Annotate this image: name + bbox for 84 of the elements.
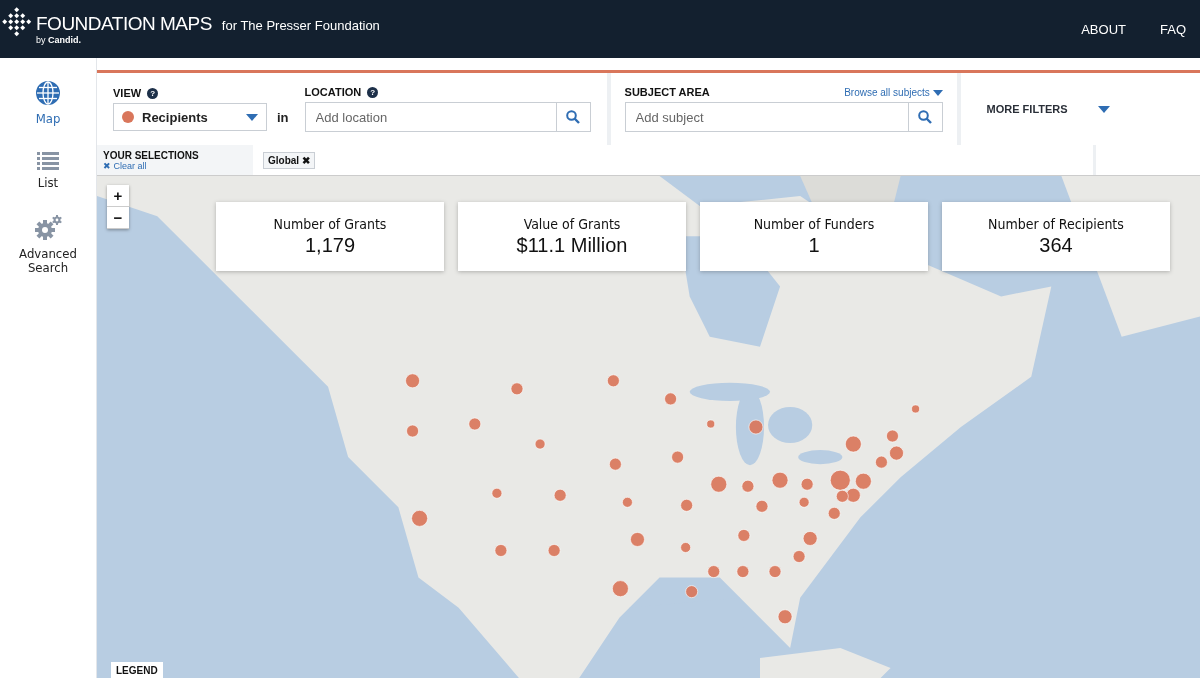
map-marker[interactable] — [468, 417, 482, 431]
map-marker[interactable] — [855, 472, 872, 490]
stat-label: Number of Funders — [753, 216, 875, 232]
map-marker[interactable] — [664, 392, 677, 406]
logo-title[interactable]: FOUNDATION MAPS — [36, 13, 212, 35]
map-marker[interactable] — [491, 487, 503, 499]
map-marker[interactable] — [845, 435, 862, 453]
map-marker[interactable] — [494, 544, 508, 557]
map-marker[interactable] — [510, 382, 524, 396]
map-marker[interactable] — [800, 477, 814, 491]
search-icon — [566, 110, 581, 124]
globe-icon — [35, 80, 61, 106]
help-icon[interactable]: ? — [147, 87, 159, 99]
map-marker[interactable] — [829, 469, 851, 491]
gears-icon — [34, 215, 62, 242]
map-marker[interactable] — [622, 496, 633, 508]
joiner-text: in — [277, 109, 289, 125]
map-marker[interactable] — [889, 445, 904, 461]
map-marker[interactable] — [777, 609, 793, 625]
map-marker[interactable] — [886, 429, 899, 443]
map-marker[interactable] — [802, 531, 818, 546]
stat-value: 1 — [808, 234, 820, 257]
map-marker[interactable] — [706, 419, 716, 429]
map-marker[interactable] — [630, 532, 645, 547]
help-icon[interactable]: ? — [367, 86, 379, 98]
zoom-in-button[interactable]: + — [107, 185, 129, 207]
stat-value: 364 — [1039, 234, 1073, 257]
map-marker[interactable] — [607, 374, 620, 388]
map-marker[interactable] — [835, 489, 849, 503]
sidebar-item[interactable]: Advanced Search — [8, 215, 88, 275]
more-filters-button[interactable]: MORE FILTERS — [974, 73, 1110, 145]
view-dropdown[interactable]: Recipients — [113, 103, 267, 131]
stat-label: Value of Grants — [523, 216, 621, 232]
map-marker[interactable] — [771, 471, 789, 489]
map-marker[interactable] — [685, 585, 698, 598]
map-marker[interactable] — [553, 488, 567, 502]
location-label: LOCATION — [304, 86, 362, 98]
browse-link[interactable]: Browse all subjects — [844, 86, 943, 98]
subject-field[interactable]: Add subject — [624, 102, 943, 132]
view-label: VIEW — [113, 87, 142, 99]
map-marker[interactable] — [911, 404, 920, 414]
sidebar-item[interactable]: List — [8, 151, 88, 190]
legend-button[interactable]: LEGEND — [111, 662, 163, 678]
location-field[interactable]: Add location — [304, 102, 591, 132]
clear-all-link[interactable]: ✖ Clear all — [103, 160, 253, 171]
nav-link[interactable]: ABOUT — [1081, 21, 1126, 37]
map-marker[interactable] — [792, 550, 806, 563]
stat-label: Number of Grants — [273, 216, 387, 232]
map-marker[interactable] — [547, 544, 561, 557]
sidebar-item[interactable]: Map — [8, 80, 88, 126]
map-marker[interactable] — [741, 479, 755, 493]
map-marker[interactable] — [609, 457, 622, 471]
site-subtitle: for The Presser Foundation — [221, 18, 380, 33]
map-marker[interactable] — [798, 496, 810, 508]
stat-value: $11.1 Million — [516, 234, 628, 257]
selections-label: YOUR SELECTIONS — [103, 149, 200, 161]
map-marker[interactable] — [406, 424, 419, 438]
map-marker[interactable] — [710, 475, 728, 493]
list-icon — [37, 151, 59, 170]
selection-tag[interactable]: Global ✖ — [263, 151, 315, 169]
map-marker[interactable] — [612, 580, 629, 597]
map-marker[interactable] — [875, 455, 888, 469]
map-marker[interactable] — [755, 500, 769, 513]
map-marker[interactable] — [827, 507, 841, 520]
map-marker[interactable] — [405, 373, 420, 389]
nav-link[interactable]: FAQ — [1160, 21, 1186, 37]
stat-value: 1,179 — [304, 234, 356, 257]
map-marker[interactable] — [736, 565, 750, 578]
map-marker[interactable] — [534, 438, 546, 450]
map-marker[interactable] — [707, 565, 721, 578]
map-marker[interactable] — [768, 565, 782, 578]
logo-byline: by Candid. — [36, 35, 82, 45]
zoom-out-button[interactable]: − — [107, 207, 129, 229]
map-marker[interactable] — [846, 487, 861, 503]
stat-label: Number of Recipients — [988, 216, 1124, 232]
subject-label: SUBJECT AREA — [624, 86, 710, 98]
map-marker[interactable] — [680, 499, 693, 512]
map-marker[interactable] — [737, 529, 751, 542]
map-marker[interactable] — [411, 510, 428, 527]
search-icon — [918, 110, 933, 124]
map-marker[interactable] — [748, 419, 764, 435]
map-marker[interactable] — [671, 450, 684, 464]
logo-icon — [2, 7, 32, 37]
map-marker[interactable] — [680, 542, 691, 553]
